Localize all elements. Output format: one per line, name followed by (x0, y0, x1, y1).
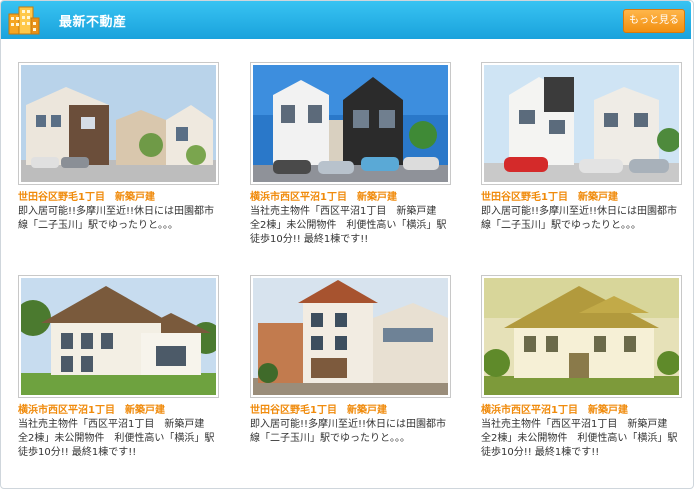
panel-header: 最新不動産 もっと見る (1, 1, 691, 39)
listing-description: 当社売主物件「西区平沼1丁目 新築戸建 全2棟」未公開物件 利便性高い「横浜」駅… (18, 419, 225, 458)
buildings-icon (8, 6, 40, 35)
property-photo[interactable] (18, 62, 219, 185)
listing-title[interactable]: 世田谷区野毛1丁目 新築戸建 (481, 191, 618, 204)
property-photo[interactable] (250, 275, 451, 398)
listing-description: 即入居可能!!多摩川至近!!休日には田園都市線「二子玉川」駅でゆったりと。。。 (481, 206, 678, 231)
listing-title[interactable]: 世田谷区野毛1丁目 新築戸建 (250, 404, 387, 417)
property-photo[interactable] (250, 62, 451, 185)
listing-description: 即入居可能!!多摩川至近!!休日には田園都市線「二子玉川」駅でゆったりと。。。 (250, 419, 447, 444)
property-photo[interactable] (481, 62, 682, 185)
property-photo[interactable] (18, 275, 219, 398)
listing-description: 当社売主物件「西区平沼1丁目 新築戸建 全2棟」未公開物件 利便性高い「横浜」駅… (250, 206, 457, 245)
property-photo[interactable] (481, 275, 682, 398)
listing-title[interactable]: 世田谷区野毛1丁目 新築戸建 (18, 191, 155, 204)
listing-description: 当社売主物件「西区平沼1丁目 新築戸建 全2棟」未公開物件 利便性高い「横浜」駅… (481, 419, 688, 458)
listing-title[interactable]: 横浜市西区平沼1丁目 新築戸建 (18, 404, 165, 417)
listing-title[interactable]: 横浜市西区平沼1丁目 新築戸建 (250, 191, 397, 204)
listing-description: 即入居可能!!多摩川至近!!休日には田園都市線「二子玉川」駅でゆったりと。。。 (18, 206, 215, 231)
page-title: 最新不動産 (59, 15, 127, 30)
listing-title[interactable]: 横浜市西区平沼1丁目 新築戸建 (481, 404, 628, 417)
see-more-button[interactable]: もっと見る (623, 9, 685, 33)
